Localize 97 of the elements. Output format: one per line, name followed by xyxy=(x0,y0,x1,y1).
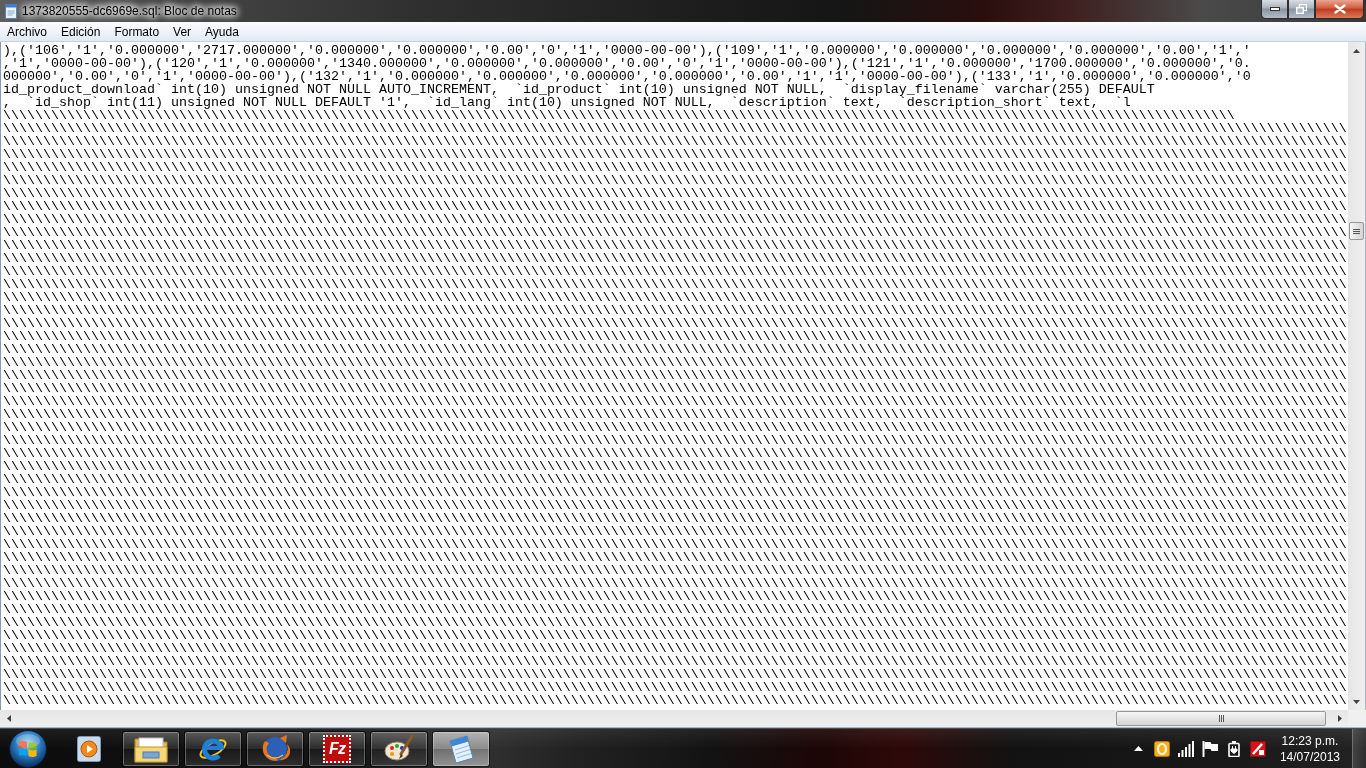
text-line: \\\\\\\\\\\\\\\\\\\\\\\\\\\\\\\\\\\\\\\\\\\\\\\\\\\\\\\\\\\\\\\\\\\\\\\\\\\\\\\\\\\\\\\\\\\\\\\\\\\\\\\\\\\\\\\\\\\\\\\\\\\\\\\\\\\\\\\\\\\\\\\\\\\\\\\\\\\\\\\\\\\\\\\\ xyxy=(3,174,1347,187)
text-line: \\\\\\\\\\\\\\\\\\\\\\\\\\\\\\\\\\\\\\\\\\\\\\\\\\\\\\\\\\\\\\\\\\\\\\\\\\\\\\\\\\\\\\\\\\\\\\\\\\\\\\\\\\\\\\\\\\\\\\\\\\\\\\\\\\\\\\\\\\\\\\\\\\\\\\\\\\\\\\\\\\\\\\\\ xyxy=(3,525,1347,538)
text-line: \\\\\\\\\\\\\\\\\\\\\\\\\\\\\\\\\\\\\\\\\\\\\\\\\\\\\\\\\\\\\\\\\\\\\\\\\\\\\\\\\\\\\\\\\\\\\\\\\\\\\\\\\\\\\\\\\\\\\\\\\\\\\\\\\\\\\\\\\\\\\\\\\\\\\\\\\\\\\\\\\\\\\\\\ xyxy=(3,200,1347,213)
plug-icon[interactable] xyxy=(1225,740,1242,757)
folder-icon xyxy=(134,734,168,763)
clock-date: 14/07/2013 xyxy=(1279,748,1340,765)
app-logo: Fz xyxy=(323,734,351,763)
text-line: \\\\\\\\\\\\\\\\\\\\\\\\\\\\\\\\\\\\\\\\\\\\\\\\\\\\\\\\\\\\\\\\\\\\\\\\\\\\\\\\\\\\\\\\\\\\\\\\\\\\\\\\\\\\\\\\\\\\\\\\\\\\\\\\\\\\\\\\\\\\\\\\\\\\\\\\\\\\\\\\\\\\\\\\ xyxy=(3,564,1347,577)
text-line: id_product_download` int(10) unsigned NOT NULL AUTO_INCREMENT, `id_product` int(10) unsigned NOT NULL, `display_filename` varchar(255) DEFAULT xyxy=(3,83,1155,96)
taskbar-button[interactable] xyxy=(184,730,242,767)
text-line: \\\\\\\\\\\\\\\\\\\\\\\\\\\\\\\\\\\\\\\\\\\\\\\\\\\\\\\\\\\\\\\\\\\\\\\\\\\\\\\\\\\\\\\\\\\\\\\\\\\\\\\\\\\\\\\\\\\\\\\\\\\\\\\\\\\\\\\\\\\\\\\\\\\\\\\\\\\\\\\\\\\\\\\\ xyxy=(3,382,1347,395)
scrollbar-corner xyxy=(1348,710,1366,727)
text-line: \\\\\\\\\\\\\\\\\\\\\\\\\\\\\\\\\\\\\\\\\\\\\\\\\\\\\\\\\\\\\\\\\\\\\\\\\\\\\\\\\\\\\\\\\\\\\\\\\\\\\\\\\\\\\\\\\\\\\\\\\\\\\\\\\\\\\\\\\\\\\\\\\\\\\\\\\\\\\\\\\\\\\\\\ xyxy=(3,226,1347,239)
text-line: \\\\\\\\\\\\\\\\\\\\\\\\\\\\\\\\\\\\\\\\\\\\\\\\\\\\\\\\\\\\\\\\\\\\\\\\\\\\\\\\\\\\\\\\\\\\\\\\\\\\\\\\\\\\\\\\\\\\\\\\\\\\\\\\\\\\\\\\\\\\\\\\\\\\\\\\\\\\\\\\\\\\\\\\ xyxy=(3,447,1347,460)
minimize-button[interactable] xyxy=(1261,0,1288,19)
text-line: \\\\\\\\\\\\\\\\\\\\\\\\\\\\\\\\\\\\\\\\\\\\\\\\\\\\\\\\\\\\\\\\\\\\\\\\\\\\\\\\\\\\\\\\\\\\\\\\\\\\\\\\\\\\\\\\\\\\\\\\\\\\\\\\\\\\\\\\\\\\\\\\\\\\\\\\\\\\\\\\\\\\\\\\ xyxy=(3,512,1347,525)
text-line: \\\\\\\\\\\\\\\\\\\\\\\\\\\\\\\\\\\\\\\\\\\\\\\\\\\\\\\\\\\\\\\\\\\\\\\\\\\\\\\\\\\\\\\\\\\\\\\\\\\\\\\\\\\\\\\\\\\\\\\\\\\\\\\\\\\\\\\\\\\\\\\\\\\\\\\\\\ xyxy=(3,109,1235,122)
caret-icon[interactable] xyxy=(1133,746,1143,751)
text-line: \\\\\\\\\\\\\\\\\\\\\\\\\\\\\\\\\\\\\\\\\\\\\\\\\\\\\\\\\\\\\\\\\\\\\\\\\\\\\\\\\\\\\\\\\\\\\\\\\\\\\\\\\\\\\\\\\\\\\\\\\\\\\\\\\\\\\\\\\\\\\\\\\\\\\\\\\\\\\\\\\\\\\\\\ xyxy=(3,603,1347,616)
play-tile-icon xyxy=(76,735,102,762)
text-editor[interactable] xyxy=(0,42,1348,710)
horizontal-scrollbar[interactable] xyxy=(0,710,1348,727)
text-line: \\\\\\\\\\\\\\\\\\\\\\\\\\\\\\\\\\\\\\\\\\\\\\\\\\\\\\\\\\\\\\\\\\\\\\\\\\\\\\\\\\\\\\\\\\\\\\\\\\\\\\\\\\\\\\\\\\\\\\\\\\\\\\\\\\\\\\\\\\\\\\\\\\\\\\\\\\\\\\\\\\\\\\\\ xyxy=(3,252,1347,265)
text-line: \\\\\\\\\\\\\\\\\\\\\\\\\\\\\\\\\\\\\\\\\\\\\\\\\\\\\\\\\\\\\\\\\\\\\\\\\\\\\\\\\\\\\\\\\\\\\\\\\\\\\\\\\\\\\\\\\\\\\\\\\\\\\\\\\\\\\\\\\\\\\\\\\\\\\\\\\\\\\\\\\\\\\\\\ xyxy=(3,616,1347,629)
menu-item[interactable]: Ver xyxy=(167,22,198,41)
text-line: \\\\\\\\\\\\\\\\\\\\\\\\\\\\\\\\\\\\\\\\\\\\\\\\\\\\\\\\\\\\\\\\\\\\\\\\\\\\\\\\\\\\\\\\\\\\\\\\\\\\\\\\\\\\\\\\\\\\\\\\\\\\\\\\\\\\\\\\\\\\\\\\\\\\\\\\\\\\\\\\\\\\\\\\ xyxy=(3,681,1347,694)
up-arrow-icon[interactable] xyxy=(1353,48,1360,53)
text-line: \\\\\\\\\\\\\\\\\\\\\\\\\\\\\\\\\\\\\\\\\\\\\\\\\\\\\\\\\\\\\\\\\\\\\\\\\\\\\\\\\\\\\\\\\\\\\\\\\\\\\\\\\\\\\\\\\\\\\\\\\\\\\\\\\\\\\\\\\\\\\\\\\\\\\\\\\\\\\\\\\\\\\\\\ xyxy=(3,122,1347,135)
text-line: \\\\\\\\\\\\\\\\\\\\\\\\\\\\\\\\\\\\\\\\\\\\\\\\\\\\\\\\\\\\\\\\\\\\\\\\\\\\\\\\\\\\\\\\\\\\\\\\\\\\\\\\\\\\\\\\\\\\\\\\\\\\\\\\\\\\\\\\\\\\\\\\\\\\\\\\\\\\\\\\\\\\\\\\ xyxy=(3,551,1347,564)
text-line: \\\\\\\\\\\\\\\\\\\\\\\\\\\\\\\\\\\\\\\\\\\\\\\\\\\\\\\\\\\\\\\\\\\\\\\\\\\\\\\\\\\\\\\\\\\\\\\\\\\\\\\\\\\\\\\\\\\\\\\\\\\\\\\\\\\\\\\\\\\\\\\\\\\\\\\\\\\\\\\\\\\\\\\\ xyxy=(3,356,1347,369)
clock-time: 12:23 p.m. xyxy=(1281,732,1339,749)
text-line: ),('106','1','0.000000','2717.000000','0.000000','0.000000','0.00','0','1','0000-00-00'),('109','1','0.000000','0.000000','0.000000','0.000000','0.00','1',' xyxy=(3,44,1251,57)
text-line: \\\\\\\\\\\\\\\\\\\\\\\\\\\\\\\\\\\\\\\\\\\\\\\\\\\\\\\\\\\\\\\\\\\\\\\\\\\\\\\\\\\\\\\\\\\\\\\\\\\\\\\\\\\\\\\\\\\\\\\\\\\\\\\\\\\\\\\\\\\\\\\\\\\\\\\\\\\\\\\\\\\\\\\\ xyxy=(3,694,1347,707)
grip-icon xyxy=(1218,715,1224,722)
text-line: \\\\\\\\\\\\\\\\\\\\\\\\\\\\\\\\\\\\\\\\\\\\\\\\\\\\\\\\\\\\\\\\\\\\\\\\\\\\\\\\\\\\\\\\\\\\\\\\\\\\\\\\\\\\\\\\\\\\\\\\\\\\\\\\\\\\\\\\\\\\\\\\\\\\\\\\\\\\\\\\\\\\\\\\ xyxy=(3,629,1347,642)
text-line: \\\\\\\\\\\\\\\\\\\\\\\\\\\\\\\\\\\\\\\\\\\\\\\\\\\\\\\\\\\\\\\\\\\\\\\\\\\\\\\\\\\\\\\\\\\\\\\\\\\\\\\\\\\\\\\\\\\\\\\\\\\\\\\\\\\\\\\\\\\\\\\\\\\\\\\\\\\\\\\\\\\\\\\\ xyxy=(3,343,1347,356)
text-line: \\\\\\\\\\\\\\\\\\\\\\\\\\\\\\\\\\\\\\\\\\\\\\\\\\\\\\\\\\\\\\\\\\\\\\\\\\\\\\\\\\\\\\\\\\\\\\\\\\\\\\\\\\\\\\\\\\\\\\\\\\\\\\\\\\\\\\\\\\\\\\\\\\\\\\\\\\\\\\\\\\\\\\\\ xyxy=(3,278,1347,291)
text-line: \\\\\\\\\\\\\\\\\\\\\\\\\\\\\\\\\\\\\\\\\\\\\\\\\\\\\\\\\\\\\\\\\\\\\\\\\\\\\\\\\\\\\\\\\\\\\\\\\\\\\\\\\\\\\\\\\\\\\\\\\\\\\\\\\\\\\\\\\\\\\\\\\\\\\\\\\\\\\\\\\\\\\\\\ xyxy=(3,460,1347,473)
restore-button[interactable] xyxy=(1288,0,1315,19)
notepad-icon xyxy=(446,733,476,764)
text-line: \\\\\\\\\\\\\\\\\\\\\\\\\\\\\\\\\\\\\\\\\\\\\\\\\\\\\\\\\\\\\\\\\\\\\\\\\\\\\\\\\\\\\\\\\\\\\\\\\\\\\\\\\\\\\\\\\\\\\\\\\\\\\\\\\\\\\\\\\\\\\\\\\\\\\\\\\\\\\\\\\\\\\\\\ xyxy=(3,304,1347,317)
text-line: \\\\\\\\\\\\\\\\\\\\\\\\\\\\\\\\\\\\\\\\\\\\\\\\\\\\\\\\\\\\\\\\\\\\\\\\\\\\\\\\\\\\\\\\\\\\\\\\\\\\\\\\\\\\\\\\\\\\\\\\\\\\\\\\\\\\\\\\\\\\\\\\\\\\\\\\\\\\\\\\\\\\\\\\ xyxy=(3,330,1347,343)
ring-tile-icon[interactable] xyxy=(1153,740,1170,757)
taskbar-button[interactable] xyxy=(432,730,490,767)
show-desktop-button[interactable] xyxy=(1352,729,1366,768)
text-line: \\\\\\\\\\\\\\\\\\\\\\\\\\\\\\\\\\\\\\\\\\\\\\\\\\\\\\\\\\\\\\\\\\\\\\\\\\\\\\\\\\\\\\\\\\\\\\\\\\\\\\\\\\\\\\\\\\\\\\\\\\\\\\\\\\\\\\\\\\\\\\\\\\\\\\\\\\\\\\\\\\\\\\\\ xyxy=(3,434,1347,447)
text-line: \\\\\\\\\\\\\\\\\\\\\\\\\\\\\\\\\\\\\\\\\\\\\\\\\\\\\\\\\\\\\\\\\\\\\\\\\\\\\\\\\\\\\\\\\\\\\\\\\\\\\\\\\\\\\\\\\\\\\\\\\\\\\\\\\\\\\\\\\\\\\\\\\\\\\\\\\\\\\\\\\\\\\\\\ xyxy=(3,668,1347,681)
text-line: 000000','0.00','0','1','0000-00-00'),('132','1','0.000000','0.000000','0.000000','0.000000','0.00','1','1','0000-00-00'),('133','1','0.000000','0.000000','0 xyxy=(3,70,1251,83)
text-line: \\\\\\\\\\\\\\\\\\\\\\\\\\\\\\\\\\\\\\\\\\\\\\\\\\\\\\\\\\\\\\\\\\\\\\\\\\\\\\\\\\\\\\\\\\\\\\\\\\\\\\\\\\\\\\\\\\\\\\\\\\\\\\\\\\\\\\\\\\\\\\\\\\\\\\\\\\\\\\\\\\\\\\\\ xyxy=(3,187,1347,200)
text-line: ,'1','0000-00-00'),('120','1','0.000000','1340.000000','0.000000','0.000000','0.00','0','1','0000-00-00'),('121','1','0.000000','1700.000000','0.000000','0. xyxy=(3,57,1251,70)
flag-orb-icon xyxy=(9,729,47,768)
close-icon xyxy=(1333,4,1346,14)
grip-icon xyxy=(1353,228,1360,234)
scrollbar-thumb[interactable] xyxy=(1349,222,1364,240)
slash-tile-icon[interactable] xyxy=(1249,740,1266,757)
text-line: \\\\\\\\\\\\\\\\\\\\\\\\\\\\\\\\\\\\\\\\\\\\\\\\\\\\\\\\\\\\\\\\\\\\\\\\\\\\\\\\\\\\\\\\\\\\\\\\\\\\\\\\\\\\\\\\\\\\\\\\\\\\\\\\\\\\\\\\\\\\\\\\\\\\\\\\\\\\\\\\\\\\\\\\ xyxy=(3,421,1347,434)
menu-item[interactable]: Archivo xyxy=(1,22,53,41)
down-arrow-icon[interactable] xyxy=(1353,699,1360,704)
text-line: \\\\\\\\\\\\\\\\\\\\\\\\\\\\\\\\\\\\\\\\\\\\\\\\\\\\\\\\\\\\\\\\\\\\\\\\\\\\\\\\\\\\\\\\\\\\\\\\\\\\\\\\\\\\\\\\\\\\\\\\\\\\\\\\\\\\\\\\\\\\\\\\\\\\\\\\\\\\\\\\\\\\\\\\ xyxy=(3,317,1347,330)
text-line: \\\\\\\\\\\\\\\\\\\\\\\\\\\\\\\\\\\\\\\\\\\\\\\\\\\\\\\\\\\\\\\\\\\\\\\\\\\\\\\\\\\\\\\\\\\\\\\\\\\\\\\\\\\\\\\\\\\\\\\\\\\\\\\\\\\\\\\\\\\\\\\\\\\\\\\\\\\\\\\\\\\\\\\\ xyxy=(3,473,1347,486)
text-line: \\\\\\\\\\\\\\\\\\\\\\\\\\\\\\\\\\\\\\\\\\\\\\\\\\\\\\\\\\\\\\\\\\\\\\\\\\\\\\\\\\\\\\\\\\\\\\\\\\\\\\\\\\\\\\\\\\\\\\\\\\\\\\\\\\\\\\\\\\\\\\\\\\\\\\\\\\\\\\\\\\\\\\\\ xyxy=(3,642,1347,655)
taskbar-button[interactable] xyxy=(370,730,428,767)
text-line: \\\\\\\\\\\\\\\\\\\\\\\\\\\\\\\\\\\\\\\\\\\\\\\\\\\\\\\\\\\\\\\\\\\\\\\\\\\\\\\\\\\\\\\\\\\\\\\\\\\\\\\\\\\\\\\\\\\\\\\\\\\\\\\\\\\\\\\\\\\\\\\\\\\\\\\\\\\\\\\\\\\\\\\\ xyxy=(3,655,1347,668)
minimize-icon xyxy=(1269,7,1280,11)
text-line: \\\\\\\\\\\\\\\\\\\\\\\\\\\\\\\\\\\\\\\\\\\\\\\\\\\\\\\\\\\\\\\\\\\\\\\\\\\\\\\\\\\\\\\\\\\\\\\\\\\\\\\\\\\\\\\\\\\\\\\\\\\\\\\\\\\\\\\\\\\\\\\\\\\\\\\\\\\\\\\\\\\\\\\\ xyxy=(3,148,1347,161)
text-line: \\\\\\\\\\\\\\\\\\\\\\\\\\\\\\\\\\\\\\\\\\\\\\\\\\\\\\\\\\\\\\\\\\\\\\\\\\\\\\\\\\\\\\\\\\\\\\\\\\\\\\\\\\\\\\\\\\\\\\\\\\\\\\\\\\\\\\\\\\\\\\\\\\\\\\\\\\\\\\\\\\\\\\\\ xyxy=(3,291,1347,304)
text-line: \\\\\\\\\\\\\\\\\\\\\\\\\\\\\\\\\\\\\\\\\\\\\\\\\\\\\\\\\\\\\\\\\\\\\\\\\\\\\\\\\\\\\\\\\\\\\\\\\\\\\\\\\\\\\\\\\\\\\\\\\\\\\\\\\\\\\\\\\\\\\\\\\\\\\\\\\\\\\\\\\\\\\\\\ xyxy=(3,135,1347,148)
taskbar-button[interactable] xyxy=(246,730,304,767)
text-line: \\\\\\\\\\\\\\\\\\\\\\\\\\\\\\\\\\\\\\\\\\\\\\\\\\\\\\\\\\\\\\\\\\\\\\\\\\\\\\\\\\\\\\\\\\\\\\\\\\\\\\\\\\\\\\\\\\\\\\\\\\\\\\\\\\\\\\\\\\\\\\\\\\\\\\\\\\\\\\\\\\\\\\\\ xyxy=(3,161,1347,174)
fox-globe-icon xyxy=(260,733,290,764)
text-line: \\\\\\\\\\\\\\\\\\\\\\\\\\\\\\\\\\\\\\\\\\\\\\\\\\\\\\\\\\\\\\\\\\\\\\\\\\\\\\\\\\\\\\\\\\\\\\\\\\\\\\\\\\\\\\\\\\\\\\\\\\\\\\\\\\\\\\\\\\\\\\\\\\\\\\\\\\\\\\\\\\\\\\\\ xyxy=(3,538,1347,551)
signal-icon[interactable] xyxy=(1177,740,1194,757)
flag-icon[interactable] xyxy=(1201,740,1218,757)
text-line: , `id_shop` int(11) unsigned NOT NULL DEFAULT '1', `id_lang` int(10) unsigned NOT NULL, `description` text, `description_short` text, `l xyxy=(3,96,1131,109)
text-line: \\\\\\\\\\\\\\\\\\\\\\\\\\\\\\\\\\\\\\\\\\\\\\\\\\\\\\\\\\\\\\\\\\\\\\\\\\\\\\\\\\\\\\\\\\\\\\\\\\\\\\\\\\\\\\\\\\\\\\\\\\\\\\\\\\\\\\\\\\\\\\\\\\\\\\\\\\\\\\\\\\\\\\\\ xyxy=(3,265,1347,278)
menu-item[interactable]: Edición xyxy=(55,22,107,41)
taskbar-button[interactable] xyxy=(122,730,180,767)
close-button[interactable] xyxy=(1315,0,1364,19)
vertical-scrollbar[interactable] xyxy=(1348,42,1365,710)
text-line: \\\\\\\\\\\\\\\\\\\\\\\\\\\\\\\\\\\\\\\\\\\\\\\\\\\\\\\\\\\\\\\\\\\\\\\\\\\\\\\\\\\\\\\\\\\\\\\\\\\\\\\\\\\\\\\\\\\\\\\\\\\\\\\\\\\\\\\\\\\\\\\\\\\\\\\\\\\\\\\\\\\\\\\\ xyxy=(3,499,1347,512)
text-line: \\\\\\\\\\\\\\\\\\\\\\\\\\\\\\\\\\\\\\\\\\\\\\\\\\\\\\\\\\\\\\\\\\\\\\\\\\\\\\\\\\\\\\\\\\\\\\\\\\\\\\\\\\\\\\\\\\\\\\\\\\\\\\\\\\\\\\\\\\\\\\\\\\\\\\\\\\\\\\\\\\\\\\\\ xyxy=(3,239,1347,252)
text-line: \\\\\\\\\\\\\\\\\\\\\\\\\\\\\\\\\\\\\\\\\\\\\\\\\\\\\\\\\\\\\\\\\\\\\\\\\\\\\\\\\\\\\\\\\\\\\\\\\\\\\\\\\\\\\\\\\\\\\\\\\\\\\\\\\\\\\\\\\\\\\\\\\\\\\\\\\\\\\\\\\\\\\\\\ xyxy=(3,577,1347,590)
text-line: \\\\\\\\\\\\\\\\\\\\\\\\\\\\\\\\\\\\\\\\\\\\\\\\\\\\\\\\\\\\\\\\\\\\\\\\\\\\\\\\\\\\\\\\\\\\\\\\\\\\\\\\\\\\\\\\\\\\\\\\\\\\\\\\\\\\\\\\\\\\\\\\\\\\\\\\\\\\\\\\\\\\\\\\ xyxy=(3,395,1347,408)
text-line: \\\\\\\\\\\\\\\\\\\\\\\\\\\\\\\\\\\\\\\\\\\\\\\\\\\\\\\\\\\\\\\\\\\\\\\\\\\\\\\\\\\\\\\\\\\\\\\\\\\\\\\\\\\\\\\\\\\\\\\\\\\\\\\\\\\\\\\\\\\\\\\\\\\\\\\\\\\\\\\\\\\\\\\\ xyxy=(3,408,1347,421)
text-line: \\\\\\\\\\\\\\\\\\\\\\\\\\\\\\\\\\\\\\\\\\\\\\\\\\\\\\\\\\\\\\\\\\\\\\\\\\\\\\\\\\\\\\\\\\\\\\\\\\\\\\\\\\\\\\\\\\\\\\\\\\\\\\\\\\\\\\\\\\\\\\\\\\\\\\\\\\\\\\\\\\\\\\\\ xyxy=(3,213,1347,226)
restore-icon xyxy=(1296,4,1307,14)
right-arrow-icon[interactable] xyxy=(1337,715,1342,722)
left-arrow-icon[interactable] xyxy=(6,715,11,722)
taskbar-button[interactable]: Fz xyxy=(308,730,366,767)
menu-item[interactable]: Formato xyxy=(108,22,166,41)
menu-item[interactable]: Ayuda xyxy=(199,22,245,41)
notepad-icon xyxy=(3,3,19,19)
text-line: \\\\\\\\\\\\\\\\\\\\\\\\\\\\\\\\\\\\\\\\\\\\\\\\\\\\\\\\\\\\\\\\\\\\\\\\\\\\\\\\\\\\\\\\\\\\\\\\\\\\\\\\\\\\\\\\\\\\\\\\\\\\\\\\\\\\\\\\\\\\\\\\\\\\\\\\\\\\\\\\\\\\\\\\ xyxy=(3,486,1347,499)
text-line: \\\\\\\\\\\\\\\\\\\\\\\\\\\\\\\\\\\\\\\\\\\\\\\\\\\\\\\\\\\\\\\\\\\\\\\\\\\\\\\\\\\\\\\\\\\\\\\\\\\\\\\\\\\\\\\\\\\\\\\\\\\\\\\\\\\\\\\\\\\\\\\\\\\\\\\\\\\\\\\\\\\\\\\\ xyxy=(3,590,1347,603)
palette-icon xyxy=(384,733,414,764)
text-line: \\\\\\\\\\\\\\\\\\\\\\\\\\\\\\\\\\\\\\\\\\\\\\\\\\\\\\\\\\\\\\\\\\\\\\\\\\\\\\\\\\\\\\\\\\\\\\\\\\\\\\\\\\\\\\\\\\\\\\\\\\\\\\\\\\\\\\\\\\\\\\\\\\\\\\\\\\\\\\\\\\\\\\\\ xyxy=(3,369,1347,382)
scrollbar-thumb[interactable] xyxy=(1116,711,1326,726)
